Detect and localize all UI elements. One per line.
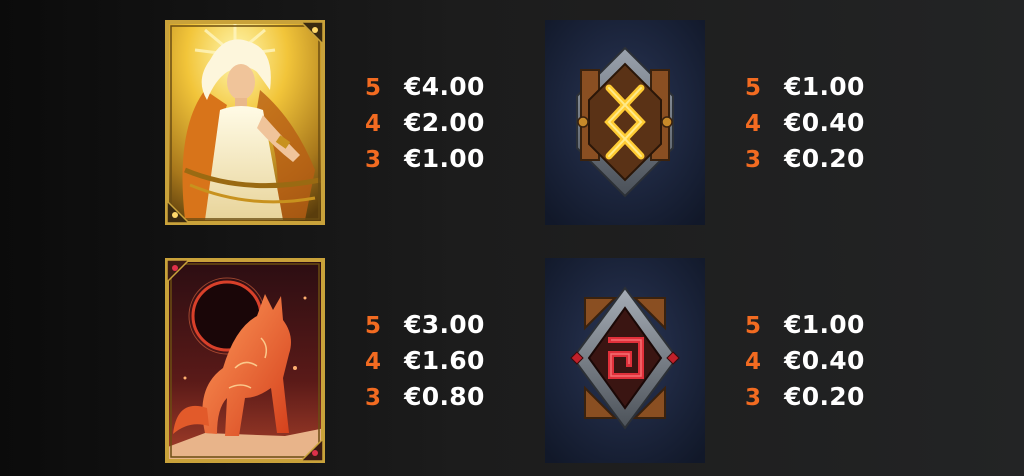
payout-value: €0.40 [784,108,865,137]
match-count: 4 [365,349,382,375]
gold-rune-paytable: 5 €1.00 4 €0.40 3 €0.20 [745,69,885,177]
fire-wolf-icon [165,258,325,463]
match-count: 5 [745,75,762,101]
payout-row: 5 €3.00 [365,307,505,343]
match-count: 3 [365,385,382,411]
payout-row: 5 €1.00 [745,307,885,343]
fire-wolf-paytable: 5 €3.00 4 €1.60 3 €0.80 [365,307,505,415]
payout-row: 3 €0.80 [365,379,505,415]
payout-row: 3 €1.00 [365,141,505,177]
match-count: 4 [745,349,762,375]
sun-goddess-symbol [165,20,325,225]
red-rune-shield-symbol [545,258,705,463]
match-count: 5 [365,313,382,339]
payout-row: 4 €0.40 [745,105,885,141]
fire-wolf-symbol [165,258,325,463]
payout-row: 5 €1.00 [745,69,885,105]
payout-value: €0.40 [784,346,865,375]
payout-row: 4 €1.60 [365,343,505,379]
match-count: 4 [365,111,382,137]
payout-row: 3 €0.20 [745,379,885,415]
payout-row: 4 €2.00 [365,105,505,141]
match-count: 3 [365,147,382,173]
payout-value: €0.20 [784,144,865,173]
sun-goddess-paytable: 5 €4.00 4 €2.00 3 €1.00 [365,69,505,177]
match-count: 3 [745,385,762,411]
match-count: 5 [365,75,382,101]
payout-row: 3 €0.20 [745,141,885,177]
payout-value: €1.00 [404,144,485,173]
payout-value: €3.00 [404,310,485,339]
match-count: 3 [745,147,762,173]
sun-goddess-icon [165,20,325,225]
gold-rune-shield-icon [545,20,705,225]
payout-value: €1.00 [784,72,865,101]
red-rune-paytable: 5 €1.00 4 €0.40 3 €0.20 [745,307,885,415]
gold-rune-shield-symbol [545,20,705,225]
payout-row: 5 €4.00 [365,69,505,105]
match-count: 5 [745,313,762,339]
payout-row: 4 €0.40 [745,343,885,379]
payout-value: €1.00 [784,310,865,339]
payout-value: €1.60 [404,346,485,375]
payout-value: €0.80 [404,382,485,411]
red-rune-shield-icon [545,258,705,463]
payout-value: €0.20 [784,382,865,411]
match-count: 4 [745,111,762,137]
payout-value: €4.00 [404,72,485,101]
payout-value: €2.00 [404,108,485,137]
